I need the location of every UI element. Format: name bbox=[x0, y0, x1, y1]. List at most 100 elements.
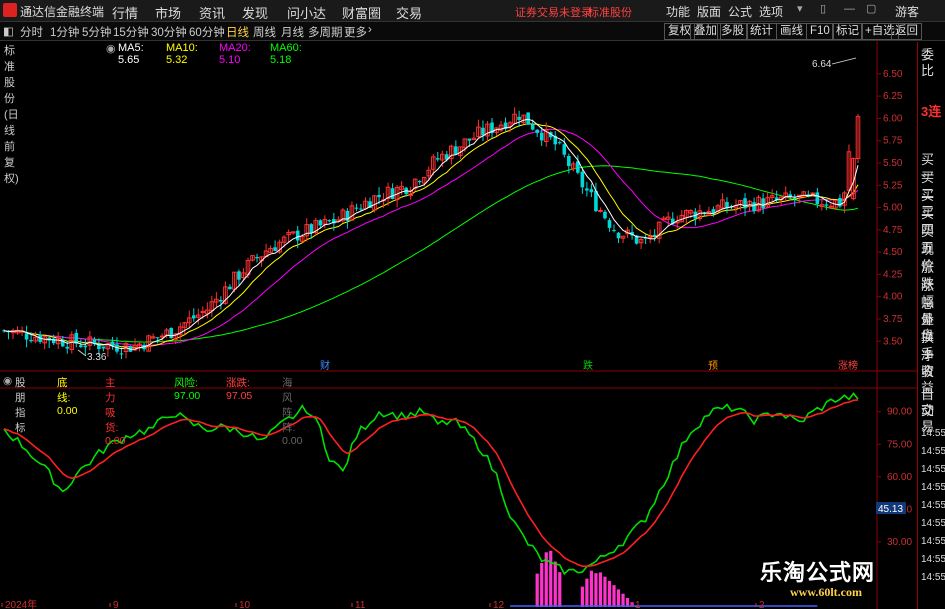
candle-body-down bbox=[557, 142, 562, 144]
period-toolbar: ◧ 分时 1分钟 5分钟 15分钟 30分钟 60分钟 日线 周线 月线 多周期… bbox=[0, 22, 945, 41]
indicator-item-haifeng: 海风阵阵: 0.00 bbox=[282, 377, 303, 447]
candle-body-down bbox=[652, 234, 657, 236]
maximize-icon[interactable]: ▢ bbox=[866, 4, 876, 15]
ma60-line bbox=[3, 165, 859, 343]
menu-gongneng[interactable]: 功能 bbox=[666, 3, 690, 20]
candle-body-down bbox=[539, 132, 544, 141]
ind-tick-label: 75.00 bbox=[887, 439, 912, 450]
btn-duogu[interactable]: 多股 bbox=[717, 23, 748, 40]
watermark-title: 乐淘公式网 bbox=[760, 560, 876, 585]
candle-body-down bbox=[29, 339, 33, 342]
indicator-name: 股朋指标 bbox=[15, 377, 26, 434]
ma60-path bbox=[3, 165, 859, 343]
price-tick-label: 3.75 bbox=[883, 314, 903, 325]
period-more[interactable]: 更多 bbox=[344, 24, 367, 40]
menu-caifuquan[interactable]: 财富圈 bbox=[342, 3, 381, 22]
ma5-line bbox=[3, 118, 859, 350]
candle-body-up bbox=[647, 236, 653, 239]
trade-time: 14:55 bbox=[921, 572, 945, 583]
period-weekly[interactable]: 周线 bbox=[253, 24, 276, 40]
period-30min[interactable]: 30分钟 bbox=[151, 24, 187, 40]
candle-body-down bbox=[603, 211, 607, 219]
toolbar-toggle-icon[interactable]: ◧ bbox=[3, 24, 14, 38]
menu-gongshi[interactable]: 公式 bbox=[728, 3, 752, 20]
price-tick-label: 4.00 bbox=[883, 292, 903, 303]
title-bar: 通达信金融终端 行情 市场 资讯 发现 问小达 财富圈 交易 证券交易未登录 标… bbox=[0, 0, 945, 22]
date-tick-label: 2024年 bbox=[5, 598, 37, 609]
menu-faxian[interactable]: 发现 bbox=[242, 3, 268, 22]
login-notice[interactable]: 证券交易未登录 bbox=[515, 4, 592, 20]
low-price-label: 3.36 bbox=[87, 352, 107, 363]
candle-body-up bbox=[828, 205, 834, 208]
price-tick-label: 5.75 bbox=[883, 136, 903, 147]
candle-body-down bbox=[295, 230, 300, 241]
candle-body-down bbox=[824, 204, 829, 206]
candle-body-down bbox=[83, 345, 88, 348]
guest-label[interactable]: 游客 bbox=[895, 3, 919, 20]
menu-banmian[interactable]: 版面 bbox=[697, 3, 721, 20]
menu-xuanxiang[interactable]: 选项 bbox=[759, 3, 783, 20]
candle-body-down bbox=[585, 188, 589, 191]
stock-tab[interactable]: 标准股份 bbox=[588, 4, 632, 20]
ind-tick-label: 90.00 bbox=[887, 407, 912, 418]
more-chevron-icon[interactable]: › bbox=[368, 24, 372, 36]
candle-body-up bbox=[810, 192, 816, 195]
kline-chart[interactable]: 6.50 6.25 6.00 5.75 5.50 5.25 5.00 4.75 4.50 4.25… bbox=[0, 40, 917, 609]
period-60min[interactable]: 60分钟 bbox=[189, 24, 225, 40]
period-5min[interactable]: 5分钟 bbox=[82, 24, 111, 40]
btn-tongji[interactable]: 统计 bbox=[746, 23, 777, 40]
date-tick-label: 1 bbox=[635, 600, 641, 609]
indicator-axis: 90.0075.0060.0045.0030.0045.13 bbox=[876, 407, 912, 548]
period-daily[interactable]: 日线 bbox=[226, 24, 249, 40]
menu-jiaoyi[interactable]: 交易 bbox=[396, 3, 422, 22]
float-icon[interactable]: ▯ bbox=[820, 4, 830, 15]
period-15min[interactable]: 15分钟 bbox=[113, 24, 149, 40]
btn-biaoji[interactable]: 标记 bbox=[832, 23, 863, 40]
candle-body-down bbox=[228, 286, 232, 290]
low-arrow bbox=[77, 349, 87, 357]
panel-lianban: 3连 bbox=[921, 104, 942, 119]
panel-weibi: 委比 bbox=[921, 47, 935, 78]
price-tick-label: 5.50 bbox=[883, 158, 903, 169]
price-tick-label: 4.50 bbox=[883, 247, 903, 258]
menu-wenxiaoda[interactable]: 问小达 bbox=[287, 3, 326, 22]
candle-body-down bbox=[390, 188, 395, 199]
minimize-icon[interactable]: — bbox=[844, 4, 855, 15]
menu-shichang[interactable]: 市场 bbox=[155, 3, 181, 22]
candle-body-down bbox=[377, 194, 381, 198]
indicator-settings-icon[interactable]: ◉ bbox=[3, 375, 12, 387]
zhuli-bar bbox=[540, 562, 544, 607]
zhuli-bar bbox=[603, 576, 607, 607]
date-tick-label: 10 bbox=[239, 600, 251, 609]
price-tick-label: 5.00 bbox=[883, 203, 903, 214]
zhuli-bar bbox=[585, 578, 589, 607]
period-fenshi[interactable]: 分时 bbox=[20, 24, 43, 40]
zhuli-bar bbox=[558, 572, 562, 607]
period-multi[interactable]: 多周期 bbox=[308, 24, 343, 40]
candle-body-down bbox=[616, 232, 621, 239]
skin-icon[interactable]: ▾ bbox=[797, 4, 807, 15]
candle-body-down bbox=[359, 208, 363, 210]
indicator-item-zhuli: 主力吸货: 0.00 bbox=[105, 377, 126, 447]
price-tick-label: 4.25 bbox=[883, 269, 903, 280]
zhuli-bar bbox=[589, 570, 594, 607]
btn-f10[interactable]: F10 bbox=[806, 23, 834, 40]
candle-body-down bbox=[752, 202, 756, 212]
chart-annotations: 6.64 3.36 财 跌 预 涨榜 bbox=[77, 57, 858, 372]
btn-fanhui[interactable]: 返回 bbox=[891, 23, 922, 40]
menu-hangqing[interactable]: 行情 bbox=[112, 3, 138, 22]
ind-tick-label: 60.00 bbox=[887, 472, 912, 483]
menu-zixun[interactable]: 资讯 bbox=[199, 3, 225, 22]
candle-body-down bbox=[155, 337, 160, 339]
period-1min[interactable]: 1分钟 bbox=[50, 24, 79, 40]
candle-body-down bbox=[119, 353, 124, 355]
candle-body-down bbox=[327, 220, 332, 222]
price-tick-label: 5.25 bbox=[883, 180, 903, 191]
trade-time: 14:55 bbox=[921, 536, 945, 547]
watermark-logo: 乐淘公式网 www.60lt.com bbox=[760, 555, 920, 605]
trade-time: 14:55 bbox=[921, 554, 945, 565]
btn-huaxian[interactable]: 画线 bbox=[776, 23, 807, 40]
price-tick-label: 6.25 bbox=[883, 91, 903, 102]
zhuli-bar bbox=[580, 586, 584, 607]
period-monthly[interactable]: 月线 bbox=[281, 24, 304, 40]
